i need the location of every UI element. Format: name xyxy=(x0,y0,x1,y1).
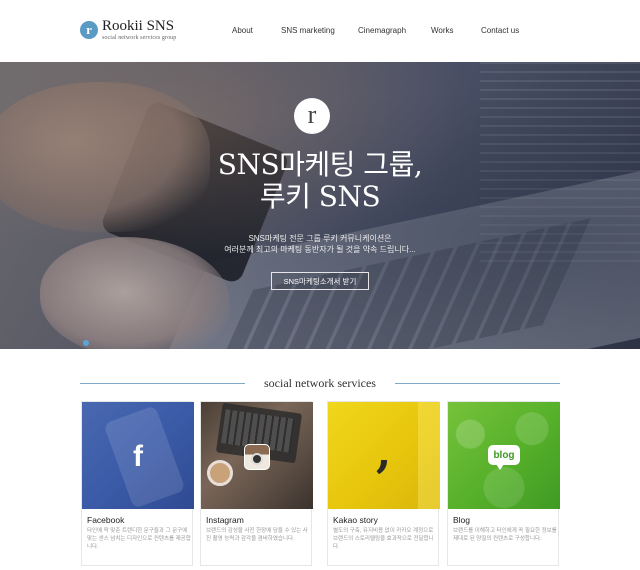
card-description: 브랜드를 이해하고 타인에게 꼭 필요한 정보를 제대로 된 양질의 컨텐츠로 … xyxy=(453,528,557,542)
card-title: Facebook xyxy=(87,515,125,525)
blog-icon: blog xyxy=(488,445,520,465)
hero-slider: r SNS마케팅 그룹, 루키 SNS SNS마케팅 전문 그룹 루키 커뮤니케… xyxy=(0,62,640,349)
slider-pagination-dot[interactable] xyxy=(83,340,89,346)
card-image: , xyxy=(328,402,440,509)
card-description: 타인에 딱 맞춘 트렌디한 문구들과 그 문구에 맞는 센스 넘치는 디자인으로… xyxy=(87,528,191,550)
main-nav: About SNS marketing Cinemagraph Works Co… xyxy=(0,26,640,40)
hero-subtitle: SNS마케팅 전문 그룹 루키 커뮤니케이션은 여러분께 최고의 마케팅 동반자… xyxy=(0,233,640,255)
nav-item-sns-marketing[interactable]: SNS marketing xyxy=(281,26,335,35)
camera-lens-icon xyxy=(251,453,263,465)
facebook-icon: f xyxy=(133,440,143,473)
card-title: Kakao story xyxy=(333,515,378,525)
card-title: Instagram xyxy=(206,515,244,525)
nav-item-contact-us[interactable]: Contact us xyxy=(481,26,519,35)
hero-subtitle-line-2: 여러분께 최고의 마케팅 동반자가 될 것을 약속 드립니다... xyxy=(224,245,416,254)
nav-item-works[interactable]: Works xyxy=(431,26,454,35)
hero-title: SNS마케팅 그룹, 루키 SNS xyxy=(0,149,640,213)
site-header: r Rookii SNS social network services gro… xyxy=(0,0,640,62)
card-image: f xyxy=(82,402,194,509)
speech-bubble-tail xyxy=(496,464,504,470)
card-description: 브랜드의 감성을 사진 한장에 담을 수 있는 사진 촬영 능력과 감각을 겸비… xyxy=(206,528,308,542)
hero-logo-icon: r xyxy=(294,98,330,134)
brochure-download-button[interactable]: SNS마케팅소개서 받기 xyxy=(271,272,369,290)
hero-logo-letter: r xyxy=(307,100,317,129)
kakaostory-icon: , xyxy=(376,427,392,478)
background-shape xyxy=(418,402,440,509)
service-card-kakao-story[interactable]: , Kakao story 별도의 구축, 유지비용 없이 카카오 계정으로 브… xyxy=(327,401,440,566)
card-image: blog xyxy=(448,402,560,509)
nav-item-cinemagraph[interactable]: Cinemagraph xyxy=(358,26,406,35)
section-divider-right xyxy=(395,383,560,384)
card-title: Blog xyxy=(453,515,471,525)
nav-item-about[interactable]: About xyxy=(232,26,253,35)
card-description: 별도의 구축, 유지비용 없이 카카오 계정으로 브랜드의 스토리텔링을 효과적… xyxy=(333,528,434,550)
coffee-cup-image xyxy=(207,460,233,486)
card-image xyxy=(201,402,313,509)
hero-subtitle-line-1: SNS마케팅 전문 그룹 루키 커뮤니케이션은 xyxy=(248,234,392,243)
hero-title-line-2: 루키 SNS xyxy=(259,180,381,213)
service-card-blog[interactable]: blog Blog 브랜드를 이해하고 타인에게 꼭 필요한 정보를 제대로 된… xyxy=(447,401,560,566)
hero-title-line-1: SNS마케팅 그룹, xyxy=(217,148,423,181)
service-card-instagram[interactable]: Instagram 브랜드의 감성을 사진 한장에 담을 수 있는 사진 촬영 … xyxy=(200,401,313,566)
service-card-facebook[interactable]: f Facebook 타인에 딱 맞춘 트렌디한 문구들과 그 문구에 맞는 센… xyxy=(81,401,194,566)
